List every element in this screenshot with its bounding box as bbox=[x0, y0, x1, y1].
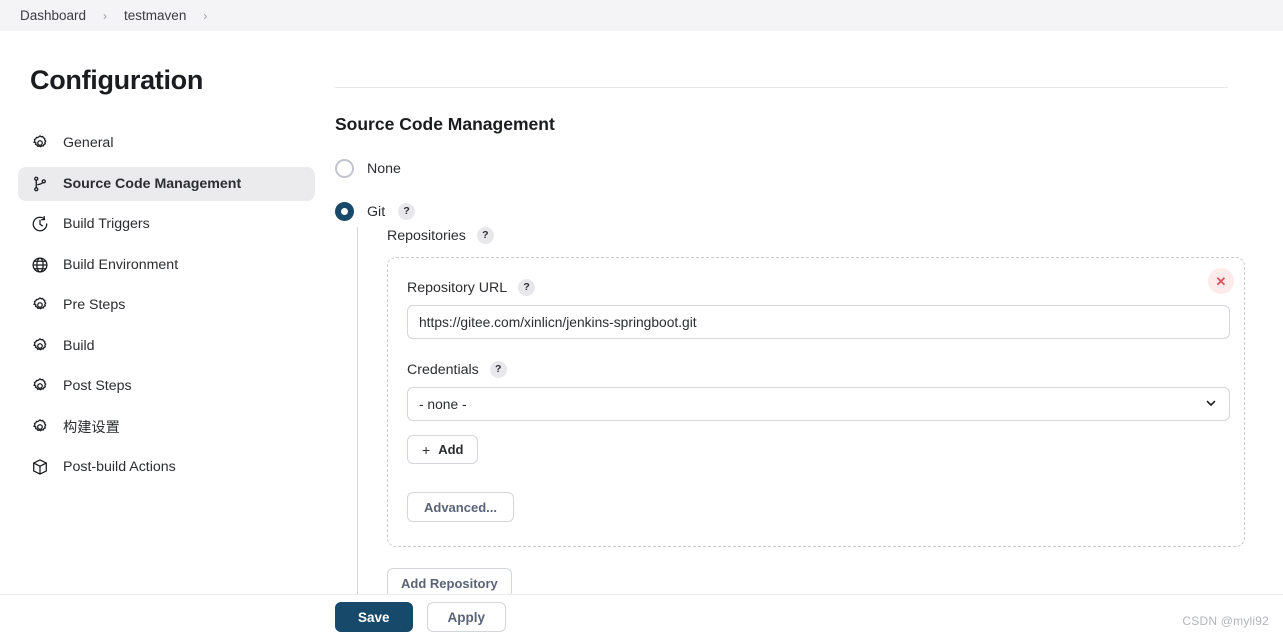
delete-repository-button[interactable]: ✕ bbox=[1208, 268, 1234, 294]
main-content: Source Code Management None Git ? Reposi… bbox=[333, 31, 1283, 639]
page-body: Configuration General Source Code Manage… bbox=[0, 31, 1283, 639]
sidebar-item-label: 构建设置 bbox=[63, 419, 120, 436]
sidebar-item-source-code-management[interactable]: Source Code Management bbox=[18, 166, 315, 201]
section-title: Source Code Management bbox=[335, 114, 555, 134]
sidebar-item-label: Post Steps bbox=[63, 378, 132, 394]
save-button[interactable]: Save bbox=[335, 602, 413, 632]
page-title: Configuration bbox=[30, 65, 204, 95]
help-icon-repositories[interactable]: ? bbox=[476, 227, 494, 244]
help-icon-repository-url[interactable]: ? bbox=[518, 279, 536, 296]
clock-icon bbox=[30, 215, 49, 234]
globe-icon bbox=[30, 255, 49, 274]
add-credentials-button[interactable]: + Add bbox=[407, 435, 479, 464]
repositories-label: Repositories bbox=[387, 227, 466, 244]
sidebar-item-label: Source Code Management bbox=[63, 175, 242, 192]
repository-card: ✕ Repository URL ? Credentials ? - none … bbox=[387, 257, 1245, 547]
breadcrumb-separator-icon: › bbox=[103, 8, 108, 23]
scm-option-label: None bbox=[367, 160, 401, 177]
sidebar-item-label: General bbox=[63, 135, 114, 151]
package-icon bbox=[30, 458, 49, 477]
repository-url-label-row: Repository URL ? bbox=[407, 279, 1223, 296]
radio-git[interactable] bbox=[335, 202, 354, 221]
scm-option-label: Git bbox=[367, 203, 386, 220]
sidebar-item-post-build-actions[interactable]: Post-build Actions bbox=[18, 450, 315, 484]
sidebar-item-label: Post-build Actions bbox=[63, 459, 176, 475]
credentials-label: Credentials bbox=[407, 361, 479, 378]
breadcrumb-item-dashboard[interactable]: Dashboard bbox=[14, 6, 92, 25]
breadcrumb-separator-icon: › bbox=[203, 8, 208, 23]
gear-icon bbox=[30, 336, 49, 355]
breadcrumb: Dashboard › testmaven › bbox=[0, 0, 1283, 31]
gear-icon bbox=[30, 134, 49, 153]
sidebar-item-build-environment[interactable]: Build Environment bbox=[18, 248, 315, 282]
help-icon-git[interactable]: ? bbox=[398, 203, 416, 220]
apply-button[interactable]: Apply bbox=[426, 602, 507, 632]
sidebar-item-post-steps[interactable]: Post Steps bbox=[18, 369, 315, 403]
repositories-label-row: Repositories ? bbox=[387, 227, 1283, 244]
gear-icon bbox=[30, 417, 49, 436]
sidebar-item-label: Build bbox=[63, 337, 95, 354]
plus-icon: + bbox=[422, 441, 431, 458]
credentials-select[interactable]: - none - bbox=[407, 387, 1230, 421]
sidebar-item-build-triggers[interactable]: Build Triggers bbox=[18, 207, 315, 241]
sidebar-item-label: Build Triggers bbox=[63, 216, 150, 232]
repository-url-input[interactable] bbox=[407, 305, 1230, 339]
sidebar-item-build-settings[interactable]: 构建设置 bbox=[18, 410, 315, 444]
add-credentials-label: Add bbox=[438, 442, 464, 457]
action-bar: Save Apply bbox=[0, 594, 1283, 639]
advanced-button[interactable]: Advanced... bbox=[407, 492, 514, 522]
breadcrumb-item-testmaven[interactable]: testmaven bbox=[118, 6, 192, 25]
repository-url-label: Repository URL bbox=[407, 279, 508, 296]
sidebar-item-pre-steps[interactable]: Pre Steps bbox=[18, 288, 315, 322]
git-branch-icon bbox=[30, 174, 49, 193]
sidebar-item-general[interactable]: General bbox=[18, 126, 315, 160]
scm-option-git[interactable]: Git ? bbox=[335, 202, 1283, 221]
sidebar-item-build[interactable]: Build bbox=[18, 329, 315, 363]
git-settings-block: Repositories ? ✕ Repository URL ? Creden… bbox=[357, 227, 1283, 620]
credentials-select-wrap: - none - bbox=[407, 387, 1230, 421]
watermark: CSDN @myli92 bbox=[1182, 614, 1269, 628]
sidebar-item-label: Build Environment bbox=[63, 256, 179, 273]
credentials-label-row: Credentials ? bbox=[407, 361, 1223, 378]
sidebar: Configuration General Source Code Manage… bbox=[0, 31, 333, 639]
scm-option-none[interactable]: None bbox=[335, 159, 1283, 178]
sidebar-item-label: Pre Steps bbox=[63, 297, 126, 313]
gear-icon bbox=[30, 296, 49, 315]
sidebar-nav: General Source Code Management Build Tri… bbox=[0, 126, 333, 484]
radio-none[interactable] bbox=[335, 159, 354, 178]
help-icon-credentials[interactable]: ? bbox=[489, 361, 507, 378]
content-divider bbox=[335, 87, 1228, 88]
gear-icon bbox=[30, 377, 49, 396]
